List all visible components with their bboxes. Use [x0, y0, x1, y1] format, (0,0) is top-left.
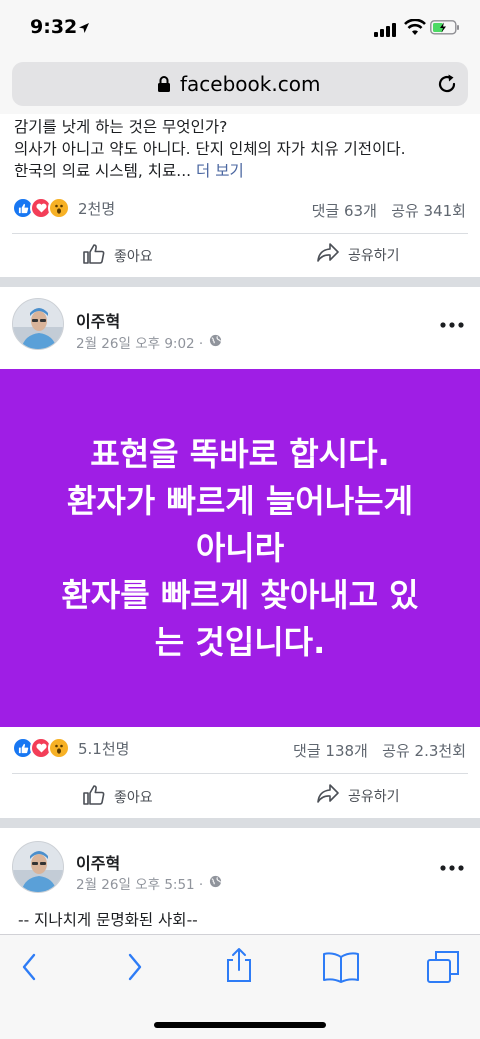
globe-icon [209, 334, 222, 351]
url-text[interactable]: facebook.com [180, 72, 320, 96]
post-text-line: 의사가 아니고 약도 아니다. 단지 인체의 자가 치유 기전이다. [14, 140, 406, 158]
reload-icon[interactable] [436, 73, 458, 99]
post-text-fragment: 한국의 의료 시스템, 치료... [14, 162, 192, 180]
more-icon[interactable] [440, 309, 464, 334]
post-stats[interactable]: 댓글 63개 공유 341회 [312, 200, 466, 221]
divider [12, 233, 468, 234]
post-text: -- 지나치게 문명화된 사회-- [18, 911, 198, 929]
share-count[interactable]: 공유 2.3천회 [382, 742, 466, 760]
divider [12, 773, 468, 774]
post-message: 표현을 똑바로 합시다. 환자가 빠르게 늘어나는게 아니라 환자를 빠르게 찾… [61, 431, 418, 666]
signal-icon [374, 22, 398, 41]
post-stats[interactable]: 댓글 138개 공유 2.3천회 [293, 740, 466, 761]
author-name[interactable]: 이주혁 [76, 308, 120, 332]
post-card: 이주혁 2월 26일 오후 5:51 · -- 지나치게 문명화된 사회-- [0, 828, 480, 934]
share-label: 공유하기 [348, 248, 400, 264]
back-icon[interactable] [18, 951, 40, 987]
post-timestamp[interactable]: 2월 26일 오후 5:51 · [76, 873, 203, 893]
thumbs-up-icon [82, 783, 106, 811]
share-arrow-icon [316, 242, 340, 268]
wow-reaction-icon [48, 737, 70, 759]
share-arrow-icon [316, 783, 340, 809]
post-text-line: 감기를 낫게 하는 것은 무엇인가? [14, 118, 228, 136]
reaction-count: 2천명 [78, 199, 116, 218]
message-line: 환자가 빠르게 늘어나는게 [66, 481, 414, 520]
bookmarks-icon[interactable] [322, 951, 360, 987]
comment-count[interactable]: 댓글 138개 [293, 742, 368, 760]
post-card: 감기를 낫게 하는 것은 무엇인가? 의사가 아니고 약도 아니다. 단지 인체… [0, 114, 480, 277]
forward-icon[interactable] [124, 951, 146, 987]
more-icon[interactable] [440, 852, 464, 877]
reaction-summary[interactable]: 5.1천명 [12, 737, 129, 759]
message-line: 환자를 빠르게 찾아내고 있 [61, 575, 419, 614]
like-button[interactable]: 좋아요 [82, 783, 153, 811]
reaction-count: 5.1천명 [78, 739, 130, 758]
lock-icon [157, 76, 171, 97]
share-button[interactable]: 공유하기 [316, 783, 400, 809]
share-button[interactable]: 공유하기 [316, 242, 400, 268]
like-label: 좋아요 [114, 790, 153, 806]
avatar[interactable] [12, 298, 64, 350]
battery-icon [430, 20, 460, 39]
like-label: 좋아요 [114, 249, 153, 265]
message-line: 표현을 똑바로 합시다. [90, 434, 390, 473]
message-line: 는 것입니다. [154, 622, 326, 661]
status-time: 9:32 [30, 16, 78, 38]
tabs-icon[interactable] [426, 950, 460, 988]
home-indicator [154, 1022, 326, 1028]
post-meta: 2월 26일 오후 9:02 · [76, 332, 222, 352]
status-bar: 9:32 [0, 0, 480, 58]
reaction-summary[interactable]: 2천명 [12, 197, 115, 219]
avatar[interactable] [12, 841, 64, 893]
globe-icon [209, 875, 222, 892]
share-sheet-icon[interactable] [224, 947, 254, 987]
share-count[interactable]: 공유 341회 [391, 202, 466, 220]
author-name[interactable]: 이주혁 [76, 850, 120, 874]
post-text-line: 한국의 의료 시스템, 치료... 더 보기 [14, 160, 466, 182]
colored-text-post[interactable]: 표현을 똑바로 합시다. 환자가 빠르게 늘어나는게 아니라 환자를 빠르게 찾… [0, 369, 480, 727]
browser-address-area: facebook.com [0, 58, 480, 114]
share-label: 공유하기 [348, 789, 400, 805]
post-timestamp[interactable]: 2월 26일 오후 9:02 · [76, 332, 203, 352]
post-text: 감기를 낫게 하는 것은 무엇인가? 의사가 아니고 약도 아니다. 단지 인체… [14, 116, 466, 182]
comment-count[interactable]: 댓글 63개 [312, 202, 377, 220]
like-button[interactable]: 좋아요 [82, 242, 153, 270]
post-meta: 2월 26일 오후 5:51 · [76, 873, 222, 893]
thumbs-up-icon [82, 242, 106, 270]
wow-reaction-icon [48, 197, 70, 219]
post-card: 이주혁 2월 26일 오후 9:02 · 표현을 똑바로 합시다. 환자가 빠르… [0, 287, 480, 818]
message-line: 아니라 [195, 528, 285, 567]
wifi-icon [404, 18, 426, 40]
location-arrow-icon [78, 19, 90, 38]
see-more-link[interactable]: 더 보기 [196, 162, 244, 180]
address-bar[interactable]: facebook.com [12, 62, 468, 106]
